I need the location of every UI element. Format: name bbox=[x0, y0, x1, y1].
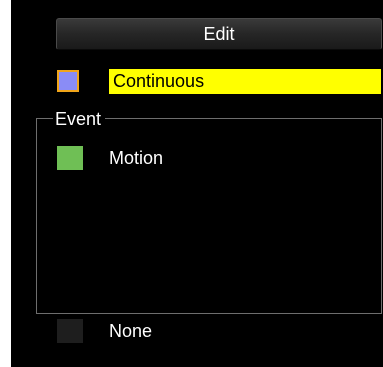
event-group-box bbox=[36, 118, 382, 314]
motion-color-swatch[interactable] bbox=[57, 146, 83, 170]
event-group-title: Event bbox=[53, 108, 106, 130]
schedule-legend-panel: Edit Continuous Event Motion None bbox=[11, 0, 383, 367]
none-label[interactable]: None bbox=[109, 319, 152, 343]
motion-label[interactable]: Motion bbox=[109, 146, 163, 170]
continuous-color-swatch[interactable] bbox=[57, 70, 79, 92]
continuous-label[interactable]: Continuous bbox=[113, 69, 204, 94]
edit-button[interactable]: Edit bbox=[56, 18, 382, 50]
none-color-swatch[interactable] bbox=[57, 319, 83, 343]
